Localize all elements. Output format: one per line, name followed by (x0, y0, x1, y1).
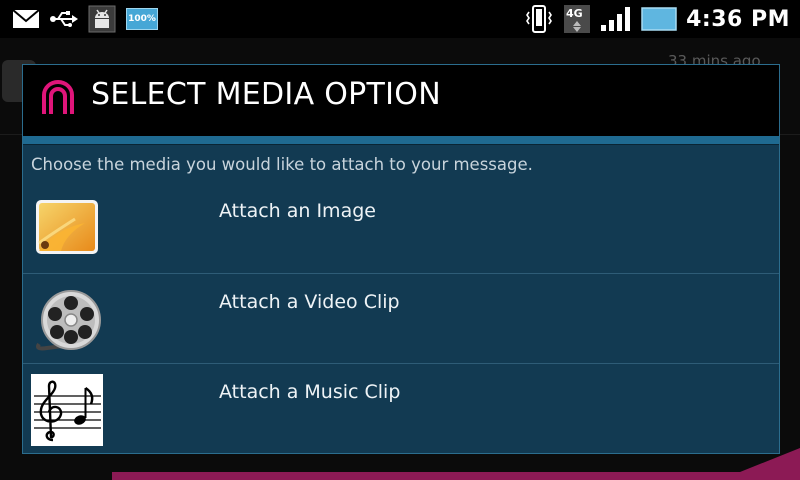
dialog-header: SELECT MEDIA OPTION (23, 65, 779, 136)
battery-100-icon[interactable]: 100% (126, 8, 158, 30)
film-reel-icon (36, 290, 101, 351)
signal-bars-icon[interactable] (600, 6, 632, 32)
network-type-label: 4G (566, 7, 583, 20)
screen: 33 mins ago 100% 4G 4:36 PM SELECT MEDIA… (0, 0, 800, 480)
system-icons: 4G 4:36 PM (524, 4, 790, 34)
notification-icons: 100% (12, 5, 158, 33)
battery-percent-label: 100% (128, 14, 156, 24)
status-bar: 100% 4G 4:36 PM (0, 0, 800, 38)
divider (23, 144, 779, 145)
dialog-prompt: Choose the media you would like to attac… (31, 155, 533, 174)
dialog-title: SELECT MEDIA OPTION (91, 77, 441, 112)
dialog-body: Choose the media you would like to attac… (23, 144, 779, 453)
android-debug-icon[interactable] (88, 5, 116, 33)
attach-image-label: Attach an Image (219, 200, 376, 222)
music-note-icon (31, 374, 103, 446)
attach-music-option[interactable]: Attach a Music Clip (23, 363, 779, 453)
app-logo-icon (42, 80, 74, 114)
select-media-dialog: SELECT MEDIA OPTION Choose the media you… (22, 64, 780, 454)
attach-video-label: Attach a Video Clip (219, 291, 400, 313)
mail-icon[interactable] (12, 9, 40, 29)
vibrate-icon[interactable] (524, 4, 554, 34)
usb-icon[interactable] (50, 9, 78, 29)
battery-icon[interactable] (641, 7, 677, 31)
attach-video-option[interactable]: Attach a Video Clip (23, 273, 779, 363)
image-icon (36, 200, 98, 254)
header-accent-bar (23, 136, 779, 144)
background-accent-bar (112, 472, 800, 480)
network-4g-icon[interactable]: 4G (563, 4, 591, 34)
status-clock: 4:36 PM (686, 6, 790, 32)
attach-music-label: Attach a Music Clip (219, 381, 401, 403)
attach-image-option[interactable]: Attach an Image (23, 183, 779, 273)
